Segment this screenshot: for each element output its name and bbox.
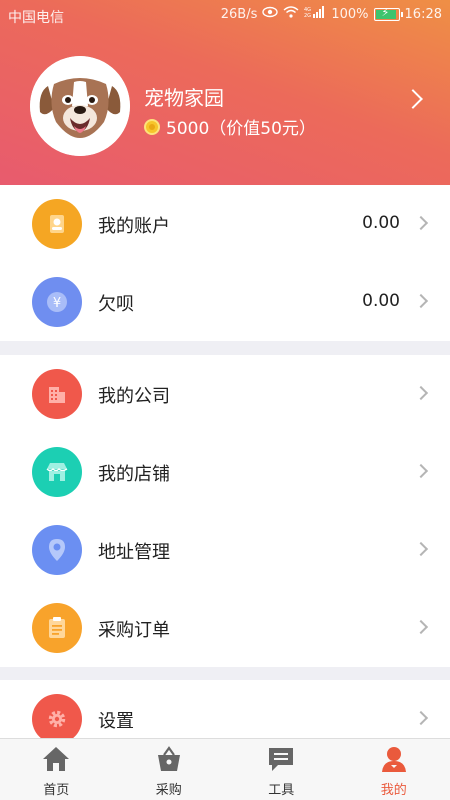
svg-text:¥: ¥ bbox=[53, 296, 61, 311]
tab-home[interactable]: 首页 bbox=[0, 739, 113, 800]
menu-group-account: 我的账户 0.00 ¥ 欠呗 0.00 bbox=[0, 185, 450, 341]
svg-text:2G: 2G bbox=[304, 13, 311, 18]
chevron-right-icon bbox=[413, 385, 429, 401]
wifi-icon bbox=[283, 6, 299, 22]
message-icon bbox=[269, 748, 294, 771]
chevron-right-icon bbox=[413, 619, 429, 635]
menu-item-value: 0.00 bbox=[362, 291, 400, 311]
menu-item-label: 采购订单 bbox=[98, 620, 170, 641]
status-right: 26B/s 4G 2G 100% ⚡ 16:28 bbox=[221, 6, 442, 22]
chevron-right-icon bbox=[413, 293, 429, 309]
battery-icon: ⚡ bbox=[373, 6, 403, 21]
home-icon bbox=[43, 747, 70, 771]
tab-purchase[interactable]: 采购 bbox=[113, 739, 226, 800]
chevron-right-icon bbox=[413, 215, 429, 231]
points-balance: 5000（价值50元） bbox=[144, 114, 316, 139]
menu-item-label: 地址管理 bbox=[98, 542, 170, 563]
menu-item-label: 我的账户 bbox=[98, 216, 170, 237]
signal-icon: 4G 2G bbox=[304, 6, 326, 22]
basket-icon bbox=[157, 746, 180, 771]
carrier-label: 中国电信 bbox=[8, 10, 64, 26]
yuan-icon: ¥ bbox=[32, 277, 82, 327]
network-speed: 26B/s bbox=[220, 6, 258, 22]
menu-item-company[interactable]: 我的公司 bbox=[0, 355, 450, 433]
profile-header[interactable]: 中国电信 26B/s 4G 2G 100% ⚡ 16:28 宠物家园 5000（… bbox=[0, 0, 450, 185]
tab-label: 我的 bbox=[380, 783, 407, 798]
menu-group-settings: 设置 bbox=[0, 680, 450, 738]
tab-label: 工具 bbox=[268, 783, 295, 798]
profile-name: 宠物家园 bbox=[144, 86, 224, 110]
menu-item-purchase-orders[interactable]: 采购订单 bbox=[0, 589, 450, 667]
menu-item-store[interactable]: 我的店铺 bbox=[0, 433, 450, 511]
menu-item-address[interactable]: 地址管理 bbox=[0, 511, 450, 589]
menu-item-credit[interactable]: ¥ 欠呗 0.00 bbox=[0, 263, 450, 341]
tab-label: 首页 bbox=[43, 783, 70, 798]
coin-icon bbox=[144, 118, 160, 135]
chevron-right-icon bbox=[413, 463, 429, 479]
dog-avatar-icon bbox=[30, 56, 130, 156]
chevron-right-icon[interactable] bbox=[403, 89, 423, 109]
clock: 16:28 bbox=[404, 6, 442, 22]
menu-group-business: 我的公司 我的店铺 地址管理 采购订单 bbox=[0, 355, 450, 667]
profile-icon bbox=[381, 747, 406, 772]
building-icon bbox=[32, 369, 82, 419]
tab-label: 采购 bbox=[155, 783, 182, 798]
battery-percent: 100% bbox=[331, 6, 369, 22]
clipboard-icon bbox=[32, 603, 82, 653]
menu-item-label: 欠呗 bbox=[98, 294, 134, 315]
menu-item-value: 0.00 bbox=[362, 213, 400, 233]
chevron-right-icon bbox=[413, 710, 429, 726]
location-pin-icon bbox=[32, 525, 82, 575]
chevron-right-icon bbox=[413, 541, 429, 557]
avatar[interactable] bbox=[30, 56, 130, 156]
menu-item-label: 我的公司 bbox=[98, 386, 170, 407]
points-text: 5000（价值50元） bbox=[166, 119, 316, 139]
tab-tools[interactable]: 工具 bbox=[225, 739, 338, 800]
menu-item-account[interactable]: 我的账户 0.00 bbox=[0, 185, 450, 263]
store-icon bbox=[32, 447, 82, 497]
tab-mine[interactable]: 我的 bbox=[338, 739, 450, 800]
gear-icon bbox=[32, 694, 82, 738]
user-icon bbox=[32, 199, 82, 249]
menu-item-label: 设置 bbox=[98, 711, 134, 732]
status-bar: 中国电信 26B/s 4G 2G 100% ⚡ 16:28 bbox=[0, 0, 450, 30]
menu-item-label: 我的店铺 bbox=[98, 464, 170, 485]
eye-icon bbox=[262, 6, 279, 22]
menu-item-settings[interactable]: 设置 bbox=[0, 680, 450, 738]
bottom-tab-bar: 首页 采购 工具 我的 bbox=[0, 738, 450, 800]
